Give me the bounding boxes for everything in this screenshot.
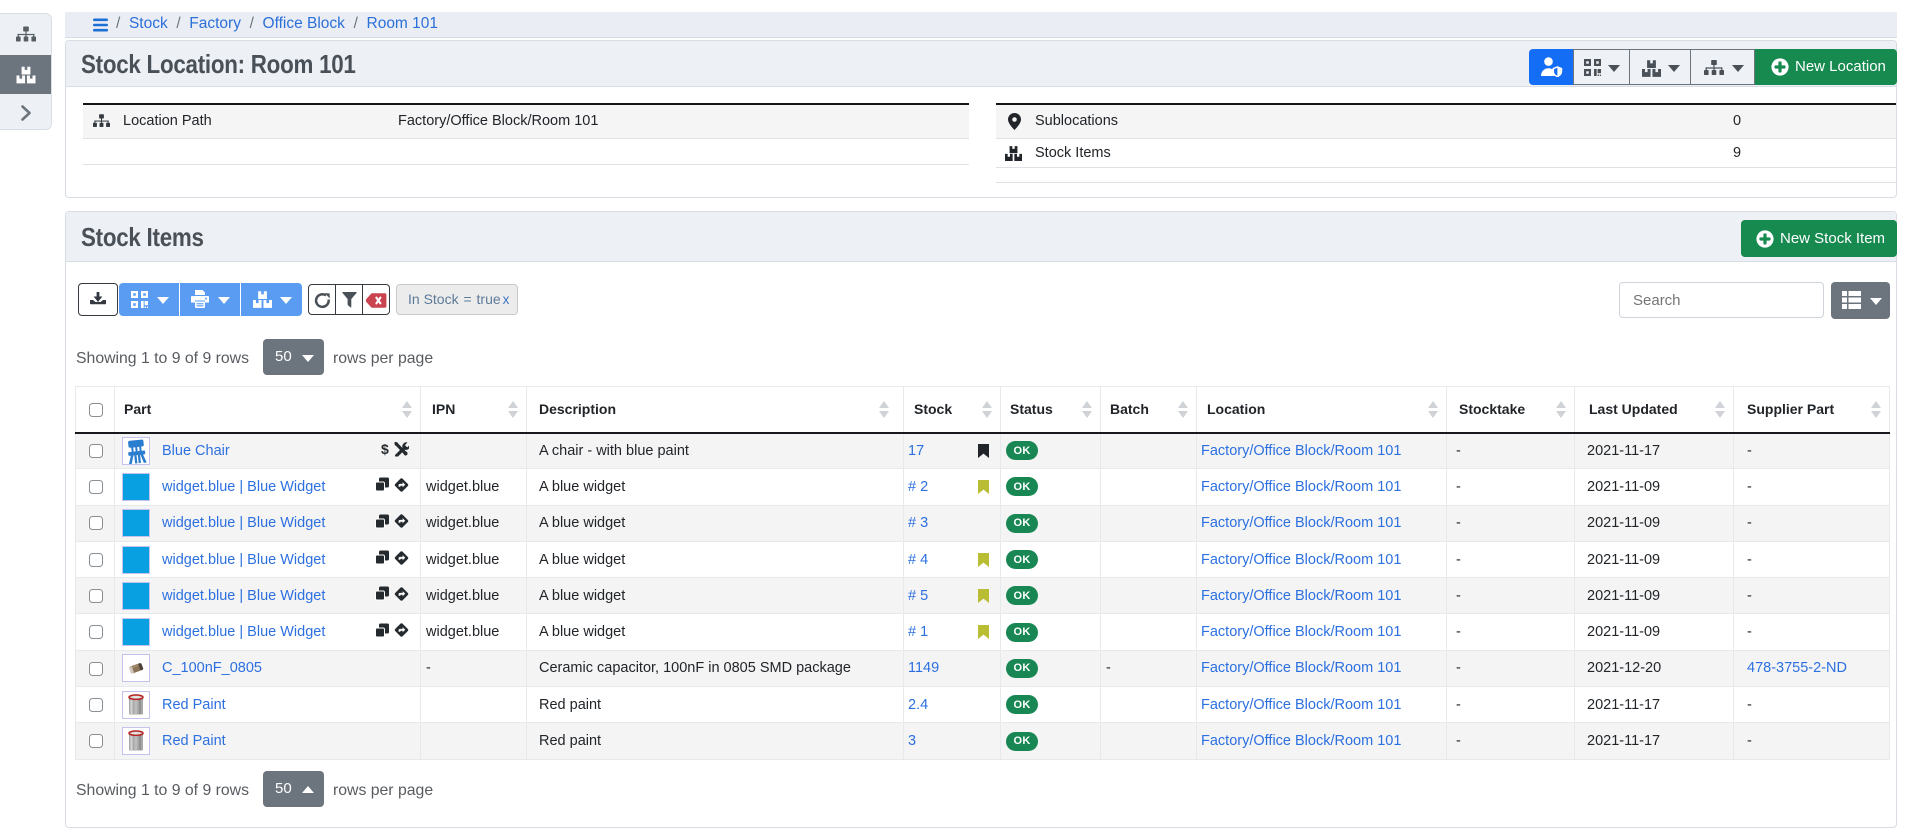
- svg-text:$: $: [381, 441, 389, 456]
